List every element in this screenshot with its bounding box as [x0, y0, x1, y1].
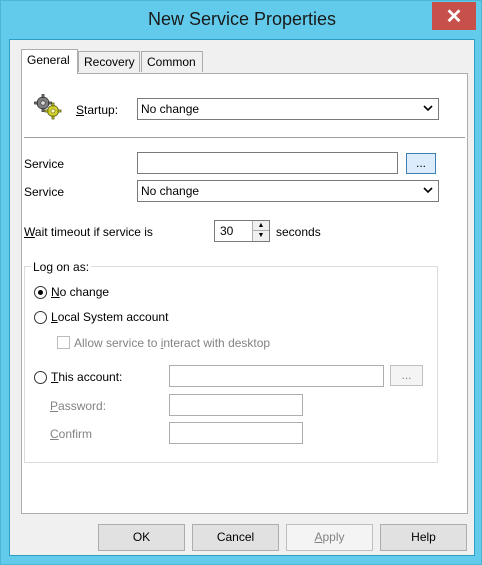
startup-value: No change — [141, 102, 200, 116]
service-action-value: No change — [141, 184, 200, 198]
allow-interact-label: Allow service to interact with desktop — [74, 336, 271, 350]
service-name-input[interactable] — [137, 152, 398, 174]
local-system-radio[interactable] — [34, 311, 47, 324]
cancel-label: Cancel — [216, 530, 255, 544]
wait-timeout-label: Wait timeout if service is — [24, 225, 153, 239]
startup-dropdown[interactable]: No change — [137, 98, 439, 120]
ok-button[interactable]: OK — [98, 524, 185, 551]
logon-group-label: Log on as: — [31, 260, 92, 274]
tab-recovery-label: Recovery — [84, 55, 135, 69]
account-browse-label: ... — [401, 368, 412, 382]
password-input[interactable] — [169, 394, 303, 416]
chevron-down-icon — [423, 105, 433, 112]
service-action-label: Service — [24, 185, 65, 199]
local-system-label: Local System account — [51, 310, 169, 324]
service-action-dropdown[interactable]: No change — [137, 180, 439, 202]
window-title: New Service Properties — [147, 9, 337, 29]
tab-general[interactable]: General — [21, 49, 78, 74]
help-label: Help — [411, 530, 436, 544]
password-label: Password: — [50, 399, 107, 413]
service-browse-label: ... — [415, 156, 426, 170]
general-tab-panel: Startup: No change Service ... Service N… — [21, 73, 468, 514]
tab-recovery[interactable]: Recovery — [78, 51, 140, 72]
chevron-down-icon — [423, 187, 433, 194]
service-browse-button[interactable]: ... — [406, 153, 436, 174]
apply-label-rest: pply — [322, 530, 345, 544]
no-change-radio[interactable] — [34, 286, 47, 299]
this-account-label: This account: — [51, 370, 123, 384]
this-account-radio[interactable] — [34, 371, 47, 384]
startup-label: Startup: — [76, 103, 119, 117]
dialog-client-area: General Recovery Common Startup: No chan… — [9, 39, 475, 556]
cancel-button[interactable]: Cancel — [192, 524, 279, 551]
tab-common[interactable]: Common — [141, 51, 203, 72]
allow-interact-checkbox[interactable] — [57, 336, 70, 349]
tab-general-label: General — [27, 53, 70, 67]
apply-button[interactable]: Apply — [286, 524, 373, 551]
ok-label: OK — [132, 530, 151, 544]
confirm-input[interactable] — [169, 422, 303, 444]
spin-down-icon[interactable]: ▼ — [253, 231, 269, 241]
help-button[interactable]: Help — [380, 524, 467, 551]
close-button[interactable]: ✕ — [432, 2, 476, 30]
gears-icon — [34, 94, 62, 120]
account-input[interactable] — [169, 365, 384, 387]
tab-common-label: Common — [147, 55, 196, 69]
wait-timeout-value: 30 — [220, 224, 234, 238]
divider — [24, 137, 465, 138]
wait-timeout-units: seconds — [276, 225, 321, 239]
wait-timeout-spinner[interactable]: 30 ▲ ▼ — [214, 220, 270, 242]
close-icon: ✕ — [445, 5, 463, 28]
apply-label-u: A — [314, 530, 323, 544]
dialog-window: New Service Properties ✕ General Recover… — [0, 0, 482, 565]
confirm-label: Confirm — [50, 427, 93, 441]
service-name-label: Service — [24, 157, 65, 171]
account-browse-button[interactable]: ... — [390, 365, 423, 386]
no-change-label: No change — [51, 285, 110, 299]
spin-up-icon[interactable]: ▲ — [253, 221, 269, 231]
